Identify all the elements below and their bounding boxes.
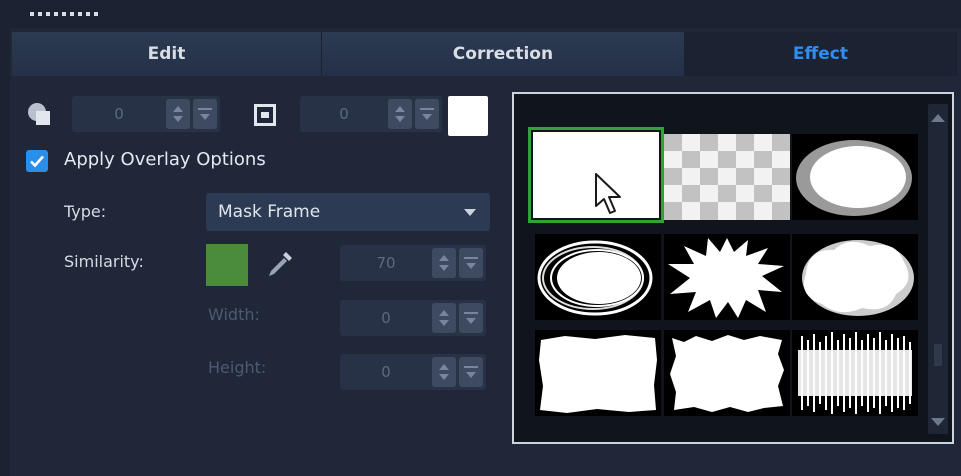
height-label: Height:	[208, 358, 267, 377]
width-keyframe-button[interactable]	[459, 303, 483, 333]
similarity-stepper: 70	[340, 245, 486, 281]
height-stepper: 0	[340, 354, 486, 390]
type-dropdown[interactable]: Mask Frame	[206, 193, 490, 231]
tab-correction[interactable]: Correction	[322, 32, 685, 76]
gallery-scrollbar[interactable]	[928, 104, 948, 434]
eyedropper-icon[interactable]	[262, 246, 298, 282]
frame-border-icon	[254, 104, 276, 126]
similarity-keyframe-button[interactable]	[459, 248, 483, 278]
width-spin-up-down-button[interactable]	[432, 303, 456, 333]
scroll-down-icon[interactable]	[931, 418, 945, 426]
tab-effect[interactable]: Effect	[684, 32, 957, 76]
chevron-down-icon	[464, 209, 476, 216]
width-value[interactable]: 0	[340, 309, 432, 327]
apply-overlay-checkbox[interactable]	[26, 150, 48, 172]
height-keyframe-button[interactable]	[459, 357, 483, 387]
height-spin-up-down-button[interactable]	[432, 357, 456, 387]
mask-frame-torn-rectangle[interactable]	[664, 330, 790, 416]
overlay-shape-icon	[28, 103, 50, 125]
mask-frame-soft-oval[interactable]	[792, 134, 918, 220]
border-color-swatch[interactable]	[448, 96, 488, 136]
width-label: Width:	[208, 305, 260, 324]
mask-frame-swirl-oval[interactable]	[535, 234, 661, 320]
tab-edit[interactable]: Edit	[12, 32, 323, 76]
height-value[interactable]: 0	[340, 363, 432, 381]
type-label: Type:	[64, 202, 107, 221]
panel-drag-handle[interactable]	[30, 12, 98, 20]
mask-frame-rough-rectangle[interactable]	[535, 330, 661, 416]
transparency-stepper: 0	[72, 96, 220, 132]
border-keyframe-button[interactable]	[415, 99, 439, 129]
similarity-value[interactable]: 70	[340, 254, 432, 272]
scroll-thumb[interactable]	[934, 344, 942, 366]
mouse-cursor-icon	[595, 173, 621, 214]
border-spin-up-down-button[interactable]	[388, 99, 412, 129]
type-dropdown-value: Mask Frame	[218, 202, 321, 222]
apply-overlay-label[interactable]: Apply Overlay Options	[64, 149, 266, 170]
checkmark-icon	[30, 155, 44, 168]
similarity-label: Similarity:	[64, 252, 144, 271]
scroll-up-icon[interactable]	[931, 114, 945, 122]
mask-frame-brush-strokes[interactable]	[792, 330, 918, 416]
transparency-value[interactable]: 0	[72, 105, 166, 123]
border-value[interactable]: 0	[300, 105, 388, 123]
mask-frame-cloud[interactable]	[792, 234, 918, 320]
transparency-spin-up-down-button[interactable]	[166, 99, 190, 129]
width-stepper: 0	[340, 300, 486, 336]
similarity-spin-up-down-button[interactable]	[432, 248, 456, 278]
mask-frame-checker-pattern[interactable]	[664, 134, 790, 220]
border-stepper: 0	[300, 96, 442, 132]
mask-frame-splatter[interactable]	[664, 234, 790, 320]
transparency-keyframe-button[interactable]	[193, 99, 217, 129]
similarity-color-swatch[interactable]	[206, 244, 248, 286]
tab-bar: Edit Correction Effect	[12, 32, 957, 78]
